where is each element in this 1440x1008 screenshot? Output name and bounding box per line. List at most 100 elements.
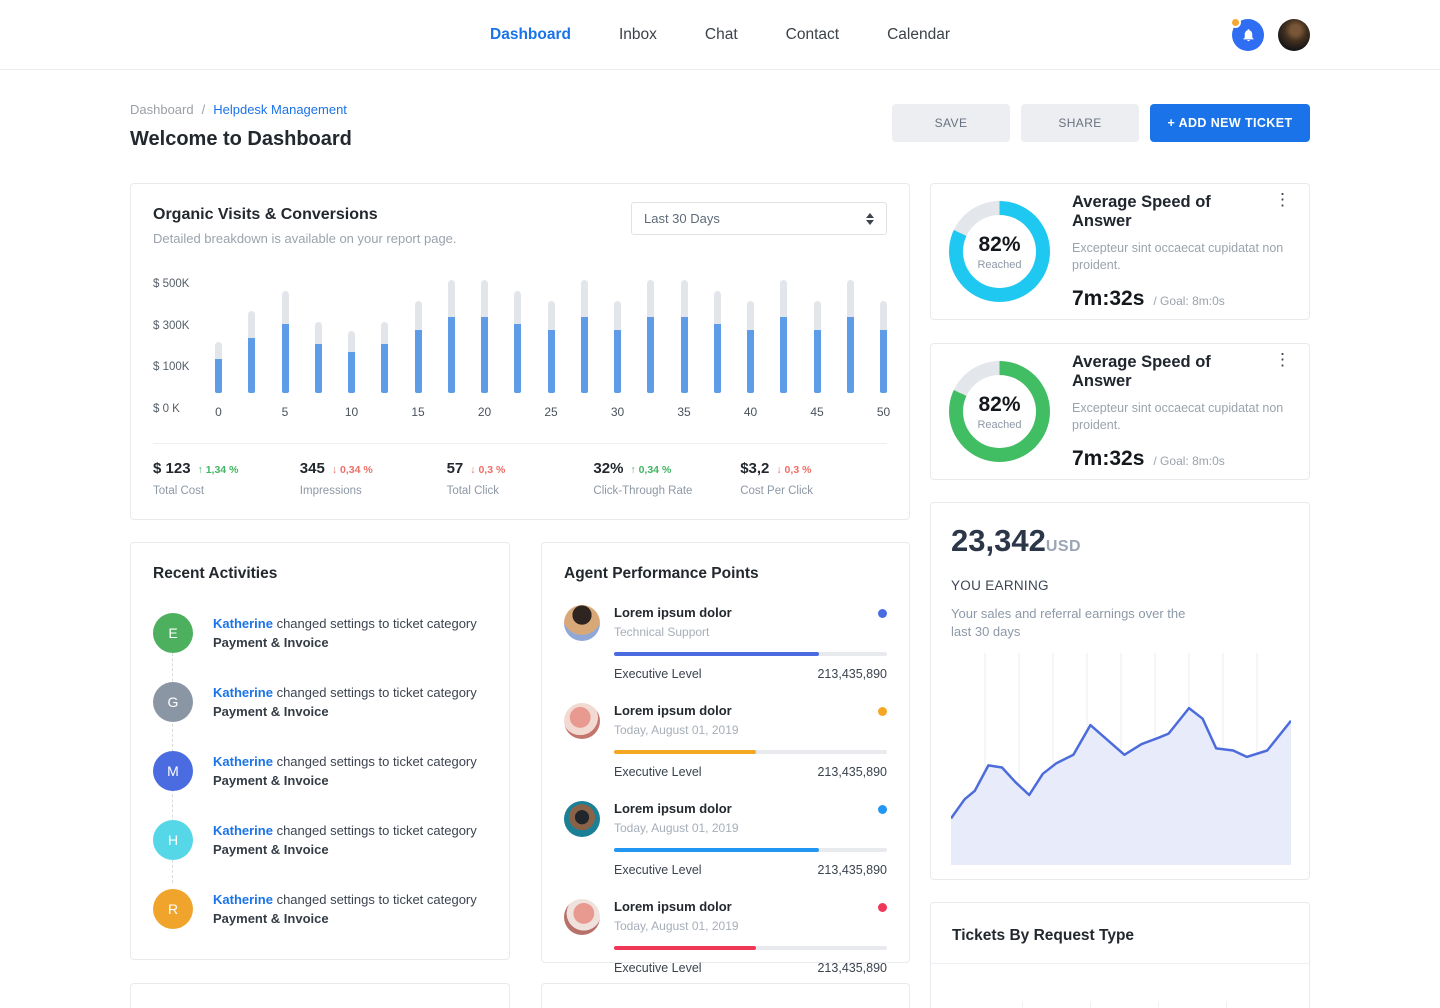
top-navigation-bar: Dashboard Inbox Chat Contact Calendar: [0, 0, 1440, 70]
nav-item-contact[interactable]: Contact: [786, 26, 839, 44]
activity-item: HKatherine changed settings to ticket ca…: [153, 820, 487, 860]
breadcrumb-dashboard[interactable]: Dashboard: [130, 102, 194, 117]
bar: [614, 278, 621, 393]
activity-item: EKatherine changed settings to ticket ca…: [153, 613, 487, 653]
recent-activities-title: Recent Activities: [153, 565, 487, 583]
stat-delta: ↑ 1,34 %: [198, 464, 239, 476]
stat-delta: ↑ 0,34 %: [630, 464, 671, 476]
donut-caption: Reached: [977, 419, 1021, 431]
activity-user-link[interactable]: Katherine: [213, 892, 273, 907]
agent-performance-title: Agent Performance Points: [564, 565, 887, 583]
bar: [581, 278, 588, 393]
bar-chart-x-axis: 05101520253035404550: [215, 405, 887, 419]
activity-user-link[interactable]: Katherine: [213, 685, 273, 700]
status-dot-icon: [878, 707, 887, 716]
nav-item-inbox[interactable]: Inbox: [619, 26, 657, 44]
earnings-card: 23,342 USD YOU EARNING Your sales and re…: [930, 502, 1310, 880]
agent-points: 213,435,890: [817, 667, 887, 681]
stat-label: Cost Per Click: [740, 485, 887, 497]
user-avatar[interactable]: [1278, 19, 1310, 51]
y-tick-label: $ 300K: [153, 320, 189, 332]
agent-avatar: [564, 899, 600, 935]
date-range-select[interactable]: Last 30 Days: [631, 202, 887, 235]
activity-avatar: G: [153, 682, 193, 722]
agent-level-label: Executive Level: [614, 863, 702, 877]
bar: [847, 278, 854, 393]
share-button[interactable]: SHARE: [1021, 104, 1139, 142]
agent-points: 213,435,890: [817, 863, 887, 877]
x-tick-label: 0: [215, 405, 222, 419]
activity-item: RKatherine changed settings to ticket ca…: [153, 889, 487, 929]
bar: [481, 278, 488, 393]
activity-user-link[interactable]: Katherine: [213, 823, 273, 838]
agent-progress-bar: [614, 946, 887, 950]
stat-value: 32%: [593, 460, 623, 477]
save-button[interactable]: SAVE: [892, 104, 1010, 142]
stat-label: Total Click: [447, 485, 594, 497]
organic-visits-card: Organic Visits & Conversions Detailed br…: [130, 183, 910, 520]
bar: [814, 278, 821, 393]
bottom-middle-card-partial: [541, 983, 910, 1008]
bar: [780, 278, 787, 393]
agent-name: Lorem ipsum dolor: [614, 703, 878, 718]
agent-name: Lorem ipsum dolor: [614, 801, 878, 816]
status-dot-icon: [878, 903, 887, 912]
donut-percent: 82%: [978, 393, 1020, 417]
date-range-value: Last 30 Days: [644, 211, 720, 226]
stat-value: $3,2: [740, 460, 769, 477]
activity-user-link[interactable]: Katherine: [213, 616, 273, 631]
nav-item-calendar[interactable]: Calendar: [887, 26, 950, 44]
breadcrumb-helpdesk[interactable]: Helpdesk Management: [213, 102, 347, 117]
tickets-chart-partial: [952, 964, 1288, 1008]
activity-list: E Katherine changed settings to ticket ca…: [153, 613, 487, 929]
stat-value: 345: [300, 460, 325, 477]
speed-card-title: Average Speed of Answer: [1072, 353, 1291, 391]
activity-text: Katherine changed settings to ticket cat…: [213, 752, 477, 790]
speed-card-title: Average Speed of Answer: [1072, 193, 1291, 231]
bar-chart-y-axis: $ 500K$ 300K$ 100K$ 0 K: [153, 278, 215, 417]
kpi-stat: 57↓ 0,3 %Total Click: [447, 460, 594, 497]
recent-activities-card: Recent Activities E Katherine changed set…: [130, 542, 510, 960]
kpi-stat: 32% ↑ 0,34 % Click-Through Rate: [593, 460, 740, 497]
x-tick-label: 15: [411, 405, 424, 419]
activity-avatar: E: [153, 613, 193, 653]
nav-item-chat[interactable]: Chat: [705, 26, 738, 44]
earnings-area-chart: [951, 653, 1291, 865]
agent-name: Lorem ipsum dolor: [614, 605, 878, 620]
bar: [315, 278, 322, 393]
x-tick-label: 50: [877, 405, 890, 419]
activity-avatar: H: [153, 820, 193, 860]
breadcrumb-separator: /: [202, 102, 206, 117]
x-tick-label: 20: [478, 405, 491, 419]
earnings-description: Your sales and referral earnings over th…: [951, 605, 1201, 641]
nav-item-dashboard[interactable]: Dashboard: [490, 26, 571, 44]
kpi-stat: $ 123↑ 1,34 %Total Cost: [153, 460, 300, 497]
add-new-ticket-button[interactable]: + ADD NEW TICKET: [1150, 104, 1310, 142]
bar: [548, 278, 555, 393]
agent-subtitle: Today, August 01, 2019: [614, 821, 878, 835]
activity-text: Katherine changed settings to ticket cat…: [213, 890, 477, 928]
donut-chart-green: 82% Reached: [949, 361, 1050, 462]
donut-caption: Reached: [977, 259, 1021, 271]
activity-user-link[interactable]: Katherine: [213, 754, 273, 769]
speed-goal-value: / Goal: 8m:0s: [1153, 294, 1224, 308]
agent-level-label: Executive Level: [614, 961, 702, 975]
status-dot-icon: [878, 805, 887, 814]
kebab-menu-icon[interactable]: ⋮: [1274, 351, 1291, 368]
kebab-menu-icon[interactable]: ⋮: [1274, 191, 1291, 208]
notification-dot: [1230, 17, 1241, 28]
agent-level-label: Executive Level: [614, 667, 702, 681]
speed-card-desc: Excepteur sint occaecat cupidatat non pr…: [1072, 240, 1291, 274]
speed-time-value: 7m:32s: [1072, 447, 1144, 471]
status-dot-icon: [878, 609, 887, 618]
stat-label: Click-Through Rate: [593, 485, 740, 497]
organic-bar-chart: $ 500K$ 300K$ 100K$ 0 K 0510152025303540…: [153, 278, 887, 419]
notifications-button[interactable]: [1232, 19, 1264, 51]
speed-of-answer-card-2: 82% Reached Average Speed of Answer ⋮ Ex…: [930, 343, 1310, 480]
agent-row: Lorem ipsum dolorToday, August 01, 2019E…: [564, 703, 887, 779]
agent-avatar: [564, 801, 600, 837]
agent-list: Lorem ipsum dolorTechnical SupportExecut…: [564, 605, 887, 975]
x-tick-label: 25: [544, 405, 557, 419]
tickets-by-request-card: Tickets By Request Type: [930, 902, 1310, 1008]
kpi-stat: 345↓ 0,34 %Impressions: [300, 460, 447, 497]
